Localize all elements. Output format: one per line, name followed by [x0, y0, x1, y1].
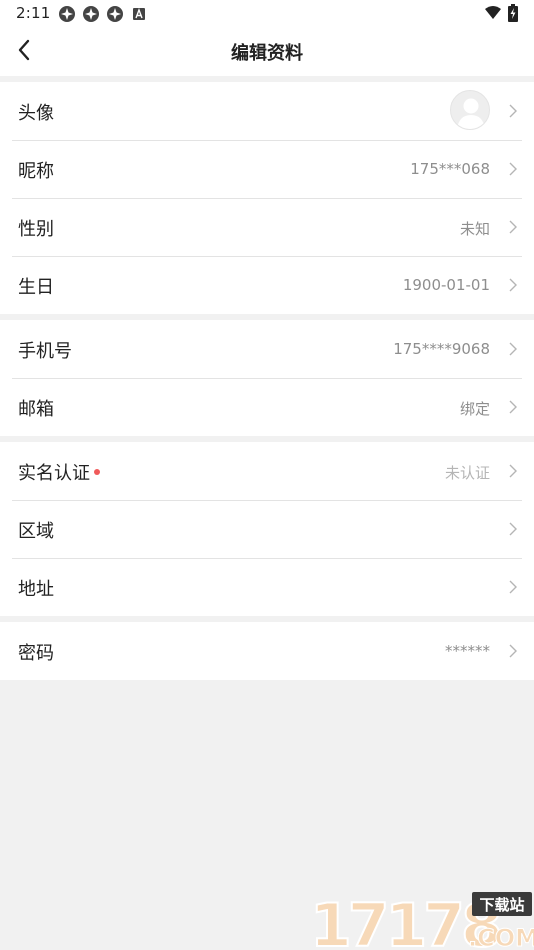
row-gender[interactable]: 性别 未知 — [0, 198, 534, 256]
app-notification-icon — [59, 6, 75, 22]
row-region[interactable]: 区域 — [0, 500, 534, 558]
row-value: ****** — [445, 642, 490, 660]
default-avatar-icon — [457, 98, 485, 129]
row-email[interactable]: 邮箱 绑定 — [0, 378, 534, 436]
profile-settings-list: 头像 昵称 175***068 性别 未知 生日 1900-01-01 手机号 … — [0, 82, 534, 680]
row-label: 实名认证 — [18, 459, 100, 485]
app-notification-icon — [83, 6, 99, 22]
status-bar: 2:11 — [0, 0, 534, 26]
row-avatar[interactable]: 头像 — [0, 82, 534, 140]
chevron-right-icon — [509, 104, 517, 118]
row-real-name-verification[interactable]: 实名认证 未认证 — [0, 442, 534, 500]
chevron-right-icon — [509, 278, 517, 292]
row-password[interactable]: 密码 ****** — [0, 622, 534, 680]
chevron-right-icon — [509, 464, 517, 478]
status-left-icons — [58, 5, 148, 23]
page-title: 编辑资料 — [231, 43, 303, 64]
row-label: 头像 — [18, 103, 54, 124]
svg-text:下载站: 下载站 — [479, 896, 524, 914]
row-label: 地址 — [18, 579, 54, 600]
wifi-icon — [485, 6, 501, 19]
row-value: 175***068 — [410, 160, 490, 178]
keyboard-a-icon — [133, 8, 145, 20]
chevron-right-icon — [509, 644, 517, 658]
svg-text:.COM: .COM — [468, 924, 534, 950]
row-birthday[interactable]: 生日 1900-01-01 — [0, 256, 534, 314]
chevron-right-icon — [509, 342, 517, 356]
avatar[interactable] — [450, 90, 490, 130]
security-group: 密码 ****** — [0, 622, 534, 680]
row-phone[interactable]: 手机号 175****9068 — [0, 320, 534, 378]
row-label: 密码 — [18, 643, 54, 664]
red-dot-badge — [94, 469, 100, 475]
app-header: 编辑资料 — [0, 26, 534, 76]
contact-group: 手机号 175****9068 邮箱 绑定 — [0, 320, 534, 436]
chevron-right-icon — [509, 400, 517, 414]
row-value: 未知 — [459, 220, 490, 238]
row-label: 邮箱 — [18, 399, 54, 420]
row-value: 1900-01-01 — [402, 276, 490, 294]
row-value: 绑定 — [459, 400, 490, 418]
app-notification-icon — [107, 6, 123, 22]
row-nickname[interactable]: 昵称 175***068 — [0, 140, 534, 198]
row-address[interactable]: 地址 — [0, 558, 534, 616]
identity-group: 实名认证 未认证 区域 地址 — [0, 442, 534, 616]
status-right-icons — [484, 4, 518, 22]
chevron-right-icon — [509, 580, 517, 594]
row-value: 175****9068 — [393, 340, 490, 358]
watermark-logo: 17178 下载站 .COM — [310, 890, 534, 950]
chevron-right-icon — [509, 162, 517, 176]
chevron-right-icon — [509, 522, 517, 536]
row-label: 区域 — [18, 521, 54, 542]
battery-charging-icon — [508, 4, 518, 22]
row-label: 昵称 — [18, 161, 54, 182]
row-label: 生日 — [18, 277, 54, 298]
chevron-right-icon — [509, 220, 517, 234]
row-label: 手机号 — [18, 341, 72, 362]
basic-info-group: 头像 昵称 175***068 性别 未知 生日 1900-01-01 — [0, 82, 534, 314]
row-value: 未认证 — [444, 464, 490, 482]
row-label: 性别 — [18, 219, 54, 240]
status-time: 2:11 — [16, 4, 51, 22]
